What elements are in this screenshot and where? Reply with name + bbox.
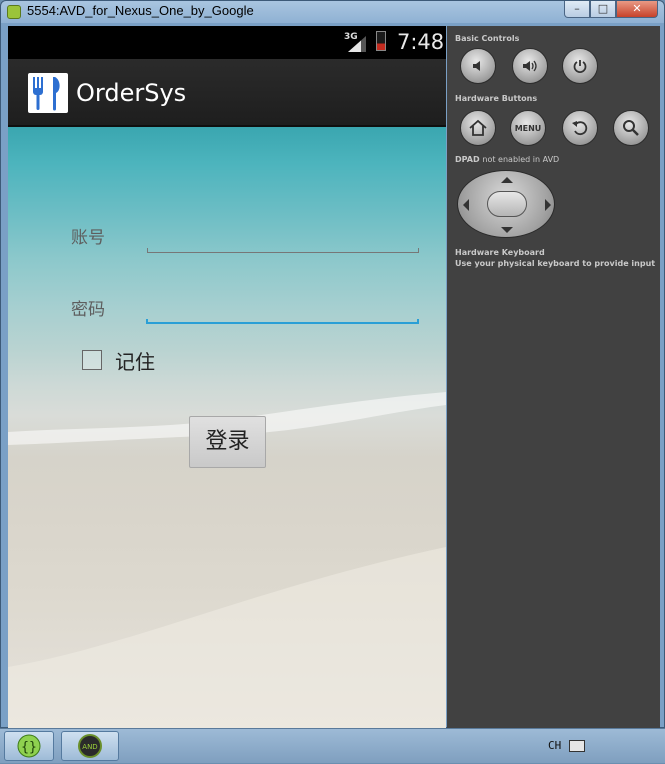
account-tick-right bbox=[418, 248, 419, 253]
home-icon bbox=[469, 119, 487, 136]
account-input[interactable] bbox=[147, 231, 419, 253]
dpad-control[interactable] bbox=[457, 170, 555, 238]
back-button[interactable] bbox=[562, 110, 598, 146]
status-bar: 3G 7:48 bbox=[8, 26, 446, 59]
login-content: 账号 密码 记住 登录 bbox=[8, 127, 446, 728]
password-tick-left bbox=[146, 319, 148, 324]
android-app-icon bbox=[7, 5, 21, 19]
search-button[interactable] bbox=[613, 110, 649, 146]
basic-controls-heading: Basic Controls bbox=[455, 34, 520, 43]
maximize-button[interactable]: □ bbox=[590, 1, 616, 18]
power-button[interactable] bbox=[562, 48, 598, 84]
account-label: 账号 bbox=[71, 228, 105, 248]
back-icon bbox=[572, 121, 588, 136]
search-icon bbox=[623, 120, 639, 136]
svg-text:AND: AND bbox=[82, 743, 97, 751]
app-title: OrderSys bbox=[76, 79, 187, 107]
dpad-title: DPAD bbox=[455, 155, 480, 164]
window-title: 5554:AVD_for_Nexus_One_by_Google bbox=[27, 3, 254, 18]
android-emulator-icon: AND bbox=[78, 734, 102, 758]
login-button[interactable]: 登录 bbox=[189, 416, 266, 468]
dpad-center-button[interactable] bbox=[487, 191, 527, 217]
window-titlebar[interactable]: 5554:AVD_for_Nexus_One_by_Google – □ ✕ bbox=[1, 1, 664, 23]
account-underline bbox=[147, 252, 419, 253]
minimize-button[interactable]: – bbox=[564, 1, 590, 18]
sand-shade bbox=[8, 547, 446, 728]
action-bar: OrderSys bbox=[8, 59, 446, 127]
volume-down-icon bbox=[473, 61, 480, 71]
taskbar-app-brackets[interactable]: {} bbox=[4, 731, 54, 761]
dpad-note: not enabled in AVD bbox=[482, 155, 560, 164]
language-indicator[interactable]: CH bbox=[548, 739, 561, 752]
volume-up-icon bbox=[523, 60, 537, 72]
keyboard-icon[interactable] bbox=[569, 740, 585, 752]
close-button[interactable]: ✕ bbox=[616, 1, 658, 18]
account-tick-left bbox=[147, 248, 148, 253]
volume-up-button[interactable] bbox=[512, 48, 548, 84]
status-time: 7:48 bbox=[397, 30, 445, 54]
dpad-heading: DPAD not enabled in AVD bbox=[455, 155, 559, 164]
window-controls: – □ ✕ bbox=[564, 1, 658, 19]
hardware-keyboard-info: Hardware Keyboard Use your physical keyb… bbox=[455, 247, 655, 269]
device-screen: 3G 7:48 OrderSys 账号 密码 记住 登录 bbox=[8, 26, 446, 728]
power-icon bbox=[573, 60, 587, 73]
braces-app-icon: {} bbox=[17, 734, 41, 758]
emulator-controls-panel: Basic Controls Hardware Buttons MENU DPA… bbox=[447, 26, 660, 728]
fork-knife-icon bbox=[28, 73, 68, 113]
svg-text:{}: {} bbox=[21, 740, 37, 755]
password-underline bbox=[146, 322, 419, 324]
taskbar-app-android[interactable]: AND bbox=[61, 731, 119, 761]
keyboard-note: Use your physical keyboard to provide in… bbox=[455, 259, 656, 268]
hardware-buttons-heading: Hardware Buttons bbox=[455, 94, 538, 103]
password-input[interactable] bbox=[146, 302, 419, 324]
password-tick-right bbox=[417, 319, 419, 324]
remember-checkbox[interactable] bbox=[82, 350, 102, 370]
menu-button[interactable]: MENU bbox=[510, 110, 546, 146]
emulator-window: 5554:AVD_for_Nexus_One_by_Google – □ ✕ 3… bbox=[0, 0, 665, 728]
taskbar: {} AND CH bbox=[0, 728, 665, 763]
home-button[interactable] bbox=[460, 110, 496, 146]
password-label: 密码 bbox=[71, 300, 105, 320]
menu-button-label: MENU bbox=[514, 123, 542, 133]
volume-down-button[interactable] bbox=[460, 48, 496, 84]
signal-icon: 3G bbox=[344, 32, 366, 52]
keyboard-title: Hardware Keyboard bbox=[455, 248, 545, 257]
battery-icon bbox=[376, 31, 386, 51]
remember-label[interactable]: 记住 bbox=[115, 346, 155, 375]
